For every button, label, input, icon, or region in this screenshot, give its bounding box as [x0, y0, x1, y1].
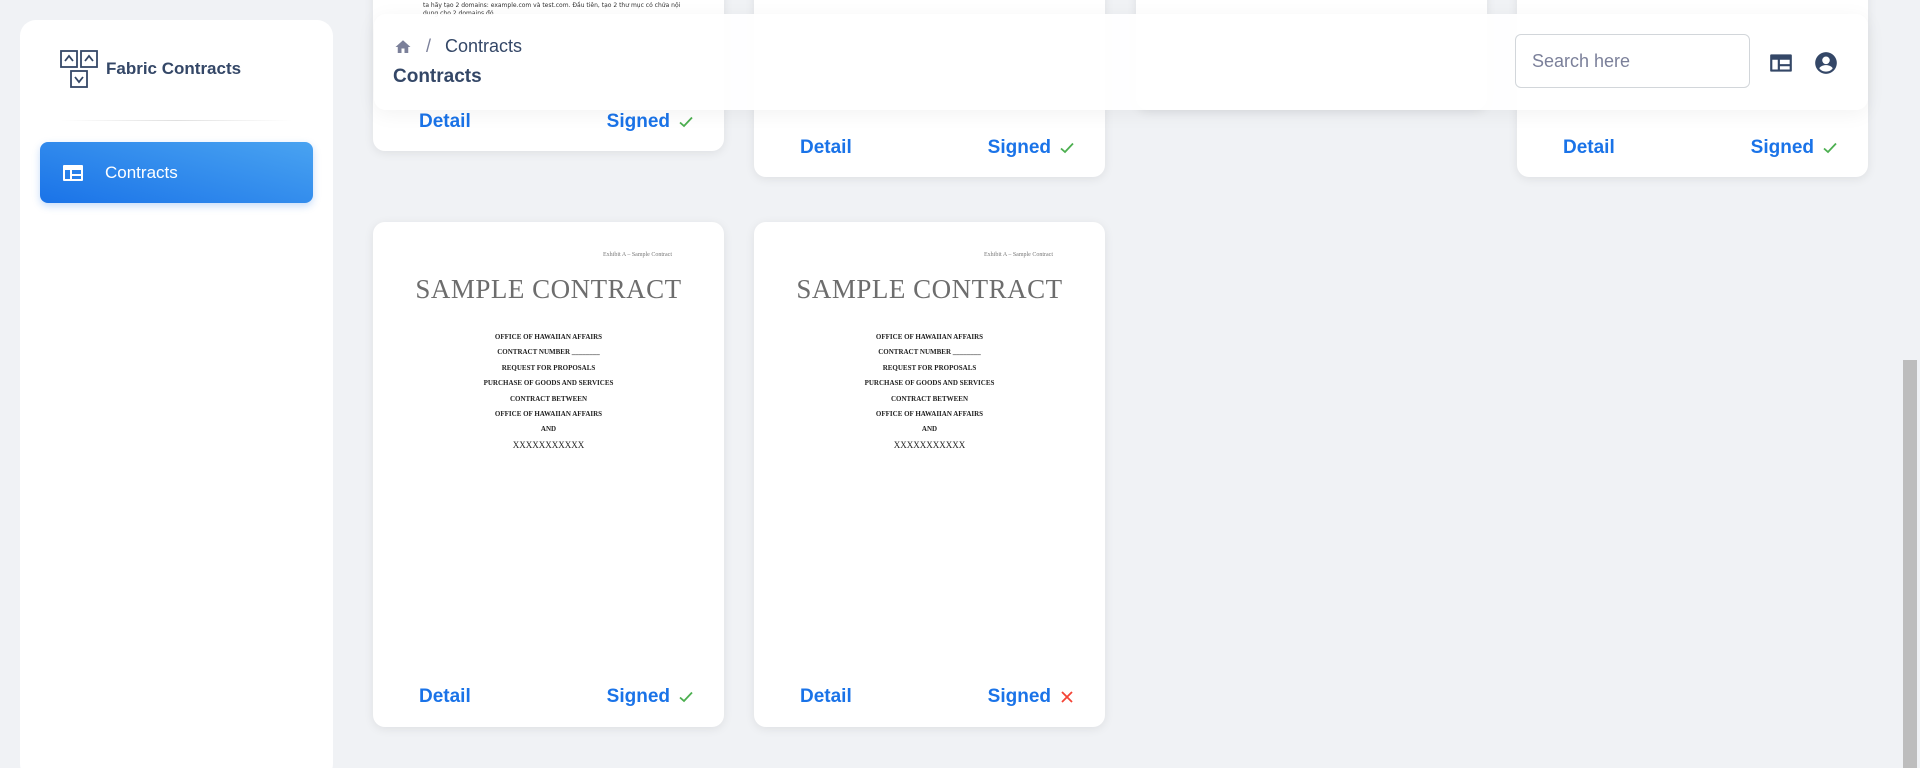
document-title: SAMPLE CONTRACT: [796, 274, 1063, 304]
detail-link[interactable]: Detail: [419, 111, 471, 133]
detail-link[interactable]: Detail: [419, 686, 471, 708]
scrollbar-thumb[interactable]: [1903, 360, 1917, 768]
document-exhibit: Exhibit A – Sample Contract: [984, 252, 1053, 258]
document-exhibit: Exhibit A – Sample Contract: [603, 252, 672, 258]
home-icon[interactable]: [394, 38, 412, 56]
signed-status: Signed: [988, 686, 1075, 708]
signed-status: Signed: [607, 686, 694, 708]
signed-status: Signed: [607, 111, 694, 133]
contract-card: Exhibit A – Sample Contract SAMPLE CONTR…: [754, 222, 1105, 727]
check-icon: [1823, 142, 1837, 154]
check-icon: [679, 116, 693, 128]
detail-link[interactable]: Detail: [1563, 137, 1615, 159]
check-icon: [679, 691, 693, 703]
document-body: OFFICE OF HAWAIIAN AFFAIRS CONTRACT NUMB…: [483, 333, 614, 450]
page-title: Contracts: [393, 66, 482, 87]
contracts-grid: ta hãy tạo 2 domains: example.com và tes…: [0, 0, 1920, 768]
signed-status: Signed: [988, 137, 1075, 159]
document-body: OFFICE OF HAWAIIAN AFFAIRS CONTRACT NUMB…: [864, 333, 995, 450]
signed-status: Signed: [1751, 137, 1838, 159]
detail-link[interactable]: Detail: [800, 686, 852, 708]
breadcrumb-separator: /: [426, 36, 432, 56]
top-navbar: / Contracts Contracts: [374, 14, 1868, 110]
detail-link[interactable]: Detail: [800, 137, 852, 159]
search-input[interactable]: [1515, 34, 1750, 88]
account-circle-icon[interactable]: [1813, 50, 1839, 76]
contract-card: Exhibit A – Sample Contract SAMPLE CONTR…: [373, 222, 724, 727]
document-title: SAMPLE CONTRACT: [415, 274, 682, 304]
check-icon: [1060, 142, 1074, 154]
close-icon: [1061, 691, 1073, 703]
table-view-icon[interactable]: [1768, 50, 1794, 76]
breadcrumb: / Contracts: [394, 36, 522, 57]
breadcrumb-current: Contracts: [445, 36, 523, 56]
